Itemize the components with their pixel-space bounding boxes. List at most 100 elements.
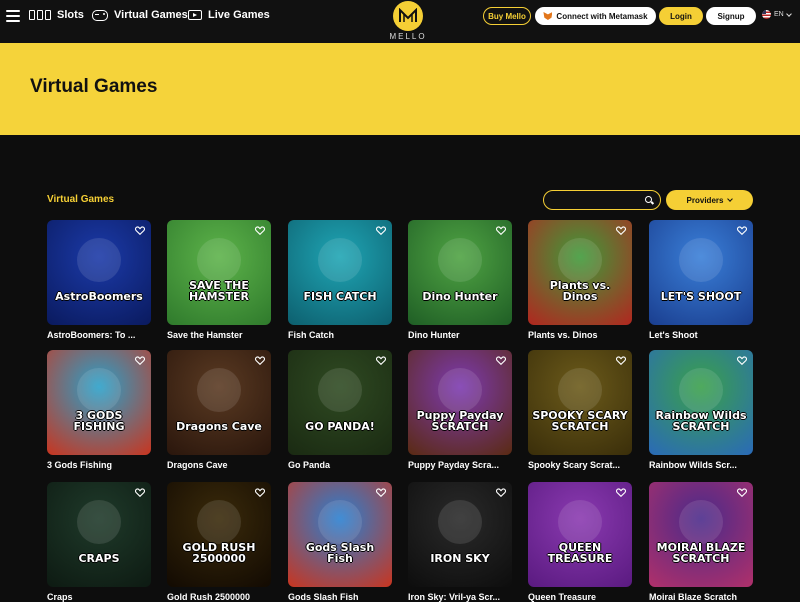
connect-metamask-button[interactable]: Connect with Metamask xyxy=(535,7,656,25)
game-title[interactable]: Craps xyxy=(47,592,151,602)
game-thumbnail[interactable]: GO PANDA! xyxy=(288,350,392,455)
game-card[interactable]: MOIRAI BLAZE SCRATCH Moirai Blaze Scratch xyxy=(649,482,753,602)
signup-button[interactable]: Signup xyxy=(706,7,756,25)
game-title[interactable]: Rainbow Wilds Scr... xyxy=(649,460,753,470)
game-thumbnail[interactable]: LET'S SHOOT xyxy=(649,220,753,325)
favorite-heart-icon[interactable] xyxy=(737,356,747,365)
game-thumbnail[interactable]: Rainbow Wilds SCRATCH xyxy=(649,350,753,455)
game-title[interactable]: Plants vs. Dinos xyxy=(528,330,632,340)
game-title[interactable]: Dragons Cave xyxy=(167,460,271,470)
buy-mello-button[interactable]: Buy Mello xyxy=(483,7,531,25)
login-button[interactable]: Login xyxy=(659,7,703,25)
game-thumbnail[interactable]: Gods Slash Fish xyxy=(288,482,392,587)
favorite-heart-icon[interactable] xyxy=(135,226,145,235)
game-title[interactable]: Moirai Blaze Scratch xyxy=(649,592,753,602)
game-thumbnail[interactable]: IRON SKY xyxy=(408,482,512,587)
favorite-heart-icon[interactable] xyxy=(737,226,747,235)
thumbnail-logo-text: Dino Hunter xyxy=(422,290,498,304)
thumbnail-art xyxy=(318,368,362,412)
game-card[interactable]: Rainbow Wilds SCRATCH Rainbow Wilds Scr..… xyxy=(649,350,753,470)
game-card[interactable]: IRON SKY Iron Sky: Vril-ya Scr... xyxy=(408,482,512,602)
thumbnail-logo-text: Plants vs. Dinos xyxy=(549,278,611,304)
top-navigation-bar: Slots Virtual Games Live Games MELLO Buy… xyxy=(0,0,800,43)
favorite-heart-icon[interactable] xyxy=(255,488,265,497)
search-box[interactable] xyxy=(543,190,661,210)
mello-logo-icon xyxy=(399,8,417,22)
favorite-heart-icon[interactable] xyxy=(376,488,386,497)
game-thumbnail[interactable]: 3 GODS FISHING xyxy=(47,350,151,455)
nav-live-games[interactable]: Live Games xyxy=(188,9,270,21)
game-thumbnail[interactable]: Dragons Cave xyxy=(167,350,271,455)
game-title[interactable]: Puppy Payday Scra... xyxy=(408,460,512,470)
favorite-heart-icon[interactable] xyxy=(135,356,145,365)
providers-dropdown[interactable]: Providers xyxy=(666,190,753,210)
game-thumbnail[interactable]: GOLD RUSH 2500000 xyxy=(167,482,271,587)
game-thumbnail[interactable]: AstroBoomers xyxy=(47,220,151,325)
game-card[interactable]: Dragons Cave Dragons Cave xyxy=(167,350,271,470)
nav-virtual-games[interactable]: Virtual Games xyxy=(92,9,188,21)
game-card[interactable]: LET'S SHOOT Let's Shoot xyxy=(649,220,753,340)
game-title[interactable]: 3 Gods Fishing xyxy=(47,460,151,470)
favorite-heart-icon[interactable] xyxy=(496,226,506,235)
game-title[interactable]: Gold Rush 2500000 xyxy=(167,592,271,602)
game-thumbnail[interactable]: SPOOKY SCARY SCRATCH xyxy=(528,350,632,455)
game-thumbnail[interactable]: QUEEN TREASURE xyxy=(528,482,632,587)
game-title[interactable]: Fish Catch xyxy=(288,330,392,340)
language-selector[interactable]: EN xyxy=(762,10,792,19)
game-title[interactable]: Gods Slash Fish xyxy=(288,592,392,602)
page-title: Virtual Games xyxy=(30,76,158,97)
thumbnail-art xyxy=(558,368,602,412)
favorite-heart-icon[interactable] xyxy=(255,226,265,235)
game-card[interactable]: AstroBoomers AstroBoomers: To ... xyxy=(47,220,151,340)
game-title[interactable]: Iron Sky: Vril-ya Scr... xyxy=(408,592,512,602)
game-card[interactable]: FISH CATCH Fish Catch xyxy=(288,220,392,340)
section-title: Virtual Games xyxy=(47,194,115,205)
game-title[interactable]: AstroBoomers: To ... xyxy=(47,330,151,340)
favorite-heart-icon[interactable] xyxy=(135,488,145,497)
game-card[interactable]: CRAPS Craps xyxy=(47,482,151,602)
search-icon[interactable] xyxy=(645,196,652,203)
game-thumbnail[interactable]: FISH CATCH xyxy=(288,220,392,325)
favorite-heart-icon[interactable] xyxy=(616,226,626,235)
menu-icon[interactable] xyxy=(6,10,20,22)
game-thumbnail[interactable]: Puppy Payday SCRATCH xyxy=(408,350,512,455)
game-thumbnail[interactable]: SAVE THE HAMSTER xyxy=(167,220,271,325)
game-card[interactable]: SAVE THE HAMSTER Save the Hamster xyxy=(167,220,271,340)
game-card[interactable]: GOLD RUSH 2500000 Gold Rush 2500000 xyxy=(167,482,271,602)
game-title[interactable]: Let's Shoot xyxy=(649,330,753,340)
favorite-heart-icon[interactable] xyxy=(255,356,265,365)
game-card[interactable]: QUEEN TREASURE Queen Treasure xyxy=(528,482,632,602)
favorite-heart-icon[interactable] xyxy=(496,356,506,365)
game-card[interactable]: SPOOKY SCARY SCRATCH Spooky Scary Scrat..… xyxy=(528,350,632,470)
favorite-heart-icon[interactable] xyxy=(616,488,626,497)
favorite-heart-icon[interactable] xyxy=(376,226,386,235)
game-card[interactable]: Plants vs. Dinos Plants vs. Dinos xyxy=(528,220,632,340)
search-input[interactable] xyxy=(552,194,642,206)
favorite-heart-icon[interactable] xyxy=(376,356,386,365)
game-title[interactable]: Spooky Scary Scrat... xyxy=(528,460,632,470)
thumbnail-art xyxy=(438,368,482,412)
game-title[interactable]: Save the Hamster xyxy=(167,330,271,340)
favorite-heart-icon[interactable] xyxy=(737,488,747,497)
providers-label: Providers xyxy=(686,195,724,205)
game-thumbnail[interactable]: Dino Hunter xyxy=(408,220,512,325)
game-title[interactable]: Queen Treasure xyxy=(528,592,632,602)
nav-slots[interactable]: Slots xyxy=(29,9,84,21)
game-title[interactable]: Dino Hunter xyxy=(408,330,512,340)
game-card[interactable]: Puppy Payday SCRATCH Puppy Payday Scra... xyxy=(408,350,512,470)
favorite-heart-icon[interactable] xyxy=(496,488,506,497)
mello-logo[interactable] xyxy=(393,1,423,31)
game-thumbnail[interactable]: Plants vs. Dinos xyxy=(528,220,632,325)
game-card[interactable]: GO PANDA! Go Panda xyxy=(288,350,392,470)
game-thumbnail[interactable]: MOIRAI BLAZE SCRATCH xyxy=(649,482,753,587)
game-title[interactable]: Go Panda xyxy=(288,460,392,470)
thumbnail-art xyxy=(438,238,482,282)
thumbnail-logo-text: 3 GODS FISHING xyxy=(73,408,125,434)
game-card[interactable]: 3 GODS FISHING 3 Gods Fishing xyxy=(47,350,151,470)
game-thumbnail[interactable]: CRAPS xyxy=(47,482,151,587)
favorite-heart-icon[interactable] xyxy=(616,356,626,365)
live-icon xyxy=(188,10,202,20)
nav-slots-label: Slots xyxy=(57,9,84,21)
game-card[interactable]: Dino Hunter Dino Hunter xyxy=(408,220,512,340)
game-card[interactable]: Gods Slash Fish Gods Slash Fish xyxy=(288,482,392,602)
